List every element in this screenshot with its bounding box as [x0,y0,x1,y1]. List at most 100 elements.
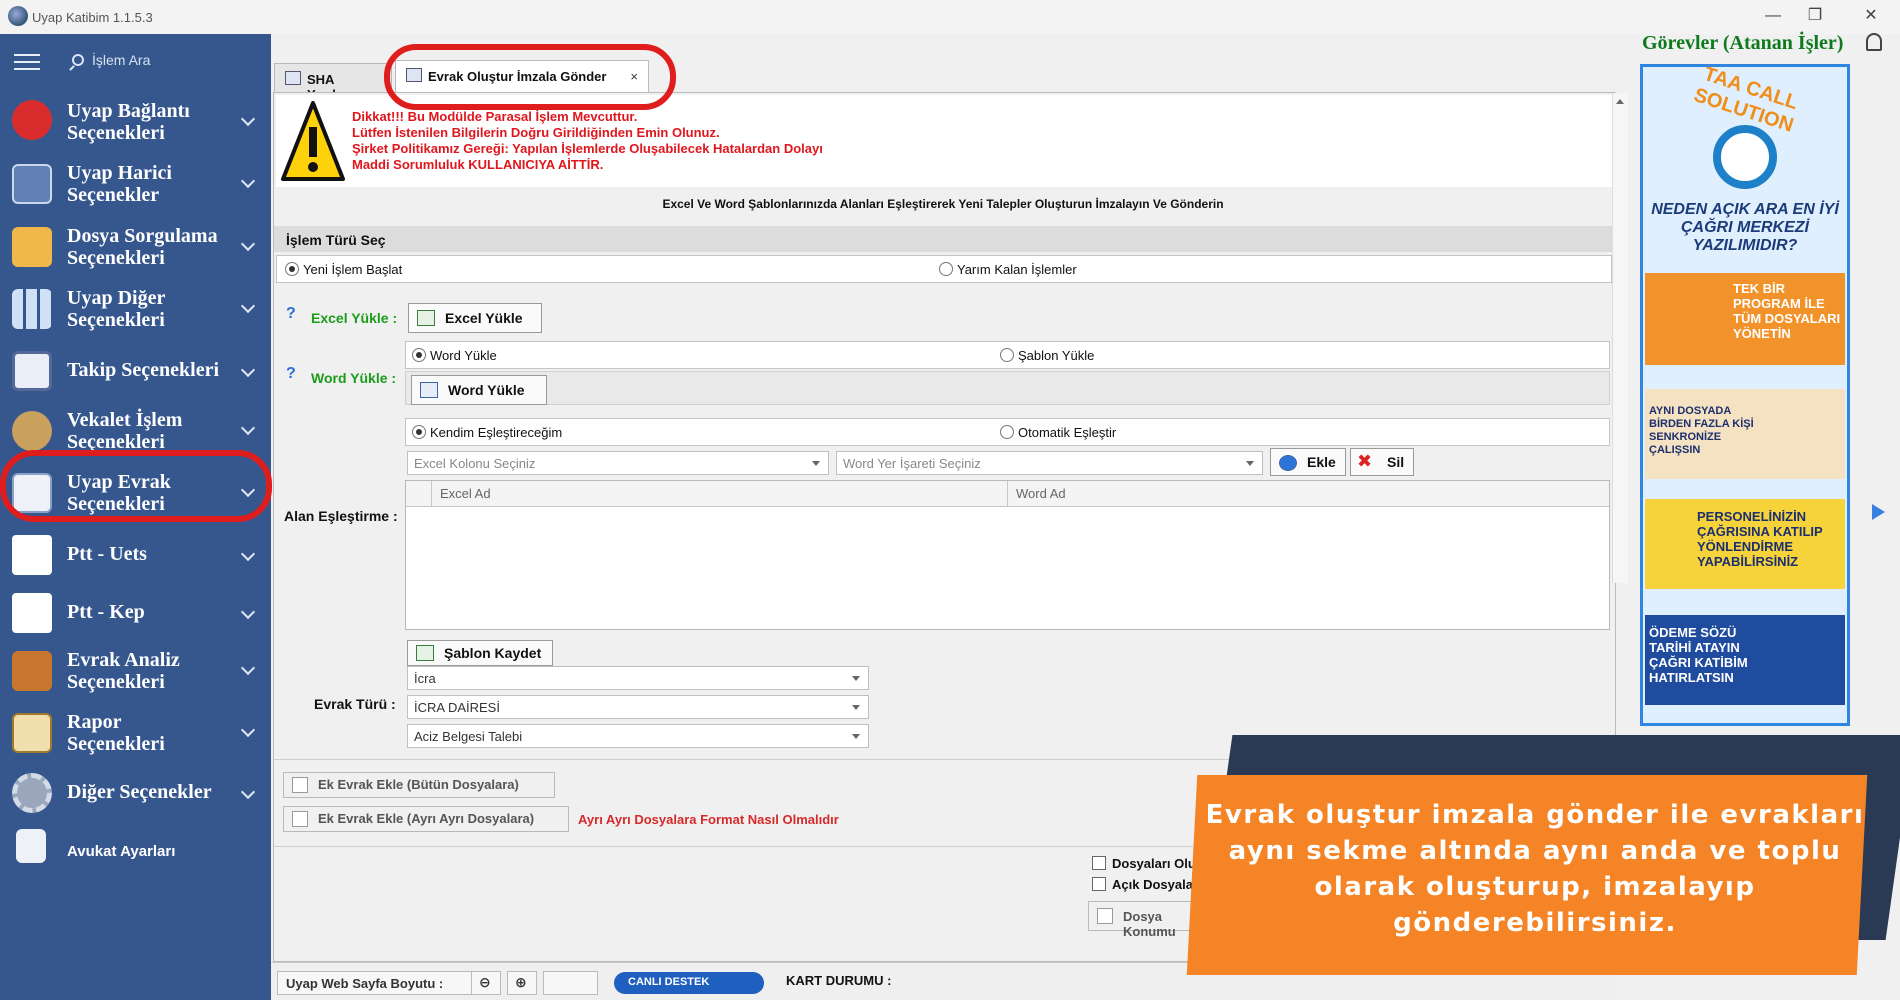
ad-card-3: PERSONELİNİZİN ÇAĞRISINA KATILIP YÖNLEND… [1645,499,1845,589]
chevron-down-icon [240,482,256,498]
zoom-value [543,971,598,995]
sha-icon [285,71,301,85]
checkbox-create-files[interactable]: Dosyaları Olu [1092,856,1196,871]
sidebar-item-diger[interactable]: Diğer Seçenekler [0,763,271,823]
radio-template-upload[interactable]: Şablon Yükle [1000,348,1094,363]
sidebar-item-uyap-diger[interactable]: Uyap Diğer Seçenekleri [0,279,271,339]
radio-label: Yeni İşlem Başlat [303,262,403,277]
attach-all-button[interactable]: Ek Evrak Ekle (Bütün Dosyalara) [283,772,555,798]
sidebar-item-uyap-evrak[interactable]: Uyap Evrak Seçenekleri [0,463,271,523]
ad-card-text: PERSONELİNİZİN ÇAĞRISINA KATILIP YÖNLEND… [1697,509,1823,569]
word-upload-button[interactable]: Word Yükle [411,375,547,405]
grid-col-excel[interactable]: Excel Ad [432,481,1008,507]
bell-icon[interactable] [1866,33,1882,51]
chevron-down-icon [240,298,256,314]
button-label: Şablon Kaydet [444,645,542,661]
radio-new-process[interactable]: Yeni İşlem Başlat [285,262,402,277]
uyap-link-icon [12,100,52,140]
add-button[interactable]: Ekle [1270,448,1346,476]
section-title: İşlem Türü Seç [274,226,1612,252]
sidebar-item-uyap-baglanti[interactable]: Uyap Bağlantı Seçenekleri [0,92,271,152]
sidebar-item-evrak-analiz[interactable]: Evrak Analiz Seçenekleri [0,641,271,701]
ad-banner[interactable]: TAA CALL SOLUTION NEDEN AÇIK ARA EN İYİ … [1640,64,1850,726]
radio-manual-match[interactable]: Kendim Eşleştireceğim [412,425,562,440]
page-size-label: Uyap Web Sayfa Boyutu : [277,971,473,995]
sidebar-item-label: Uyap Evrak [67,471,171,493]
grid-col-word[interactable]: Word Ad [1008,481,1609,507]
chevron-down-icon [240,111,256,127]
doc-type-select-1[interactable]: İcra [407,666,869,690]
delete-button[interactable]: ✖ Sil [1350,448,1414,476]
sidebar-search[interactable]: İşlem Ara [72,52,150,68]
user-settings-icon [16,829,46,863]
mapping-grid[interactable]: Excel Ad Word Ad [405,480,1610,630]
format-help-link[interactable]: Ayrı Ayrı Dosyalara Format Nasıl Olmalıd… [578,812,839,827]
app-logo-icon [8,6,28,26]
word-bookmark-select[interactable]: Word Yer İşareti Seçiniz [836,451,1263,475]
zoom-out-icon[interactable]: ⊖ [471,971,501,995]
doc-type-select-2[interactable]: İCRA DAİRESİ [407,695,869,719]
scroll-up-icon[interactable] [1616,99,1624,104]
restore-button[interactable]: ❐ [1800,4,1830,28]
attach-icon [292,777,308,793]
help-icon[interactable]: ? [286,365,296,383]
checkbox-label: Dosyaları Olu [1112,856,1196,871]
search-icon [72,54,84,66]
save-template-button[interactable]: Şablon Kaydet [407,640,553,666]
radio-word-upload[interactable]: Word Yükle [412,348,497,363]
radio-auto-match[interactable]: Otomatik Eşleştir [1000,425,1116,440]
attach-each-button[interactable]: Ek Evrak Ekle (Ayrı Ayrı Dosyalara) [283,806,569,832]
sidebar-item-label: Diğer Seçenekler [67,781,212,803]
chevron-down-icon [240,173,256,189]
ad-card-2: AYNI DOSYADA BİRDEN FAZLA KİŞİ SENKRONİZ… [1645,389,1845,479]
doc-type-select-3[interactable]: Aciz Belgesi Talebi [407,724,869,748]
radio-unfinished[interactable]: Yarım Kalan İşlemler [939,262,1077,277]
vertical-scrollbar[interactable] [1612,93,1628,583]
menu-icon[interactable] [14,54,40,70]
minimize-button[interactable]: — [1758,4,1788,28]
warning-icon [281,101,345,181]
help-icon[interactable]: ? [286,305,296,323]
chevron-down-icon [240,722,256,738]
zoom-in-icon[interactable]: ⊕ [507,971,537,995]
button-label: Sil [1387,454,1405,470]
sidebar-item-label-2: Seçenekler [67,184,160,206]
promo-text: Evrak oluştur imzala gönder ile evraklar… [1205,800,1865,938]
ptt-icon [12,535,52,575]
close-tab-icon[interactable]: × [630,69,638,84]
sidebar-item-vekalet[interactable]: Vekalet İşlem Seçenekleri [0,401,271,461]
button-label: Word Yükle [448,382,525,398]
sidebar-item-label: Takip Seçenekleri [67,359,220,381]
folder-icon [1097,908,1113,924]
sidebar-item-label: Uyap Harici [67,162,172,184]
sidebar-item-dosya-sorgulama[interactable]: Dosya Sorgulama Seçenekleri [0,217,271,277]
ad-card-text: ÖDEME SÖZÜ TARİHİ ATAYIN ÇAĞRI KATİBİM H… [1649,625,1748,685]
chevron-down-icon [240,546,256,562]
word-icon [420,382,438,398]
checkbox-open-files[interactable]: Açık Dosyaları [1092,877,1202,892]
lawyer-icon [12,411,52,451]
doc-type-label: Evrak Türü : [314,696,396,712]
sidebar-item-ptt-kep[interactable]: Ptt - Kep [0,583,271,643]
sidebar-item-label-2: Seçenekleri [67,122,165,144]
gear-icon [12,773,52,813]
excel-upload-button[interactable]: Excel Yükle [408,303,542,333]
form-header: Excel Ve Word Şablonlarınızda Alanları E… [662,197,1224,211]
sidebar-item-rapor[interactable]: Rapor Seçenekleri [0,703,271,763]
sidebar-search-label: İşlem Ara [92,52,151,68]
tab-evrak-olustur[interactable]: Evrak Oluştur İmzala Gönder × [395,60,649,92]
checkbox-label: Açık Dosyaları [1112,877,1202,892]
live-support-button[interactable]: CANLI DESTEK [614,972,764,994]
close-button[interactable]: ✕ [1856,4,1886,28]
sidebar-item-ptt-uets[interactable]: Ptt - Uets [0,525,271,585]
sidebar-item-takip[interactable]: Takip Seçenekleri [0,341,271,401]
tab-sha-yazilim[interactable]: SHA Yazılım [274,63,392,102]
clipboard-icon [12,713,52,753]
document-icon [12,473,52,513]
sidebar-item-avukat-ayarlari[interactable]: Avukat Ayarları [0,821,271,881]
sidebar-item-label: Uyap Diğer [67,287,166,309]
excel-column-select[interactable]: Excel Kolonu Seçiniz [407,451,829,475]
expand-panel-icon[interactable] [1872,504,1885,520]
process-type-group: Yeni İşlem Başlat Yarım Kalan İşlemler [276,255,1612,283]
sidebar-item-uyap-harici[interactable]: Uyap Harici Seçenekler [0,154,271,214]
